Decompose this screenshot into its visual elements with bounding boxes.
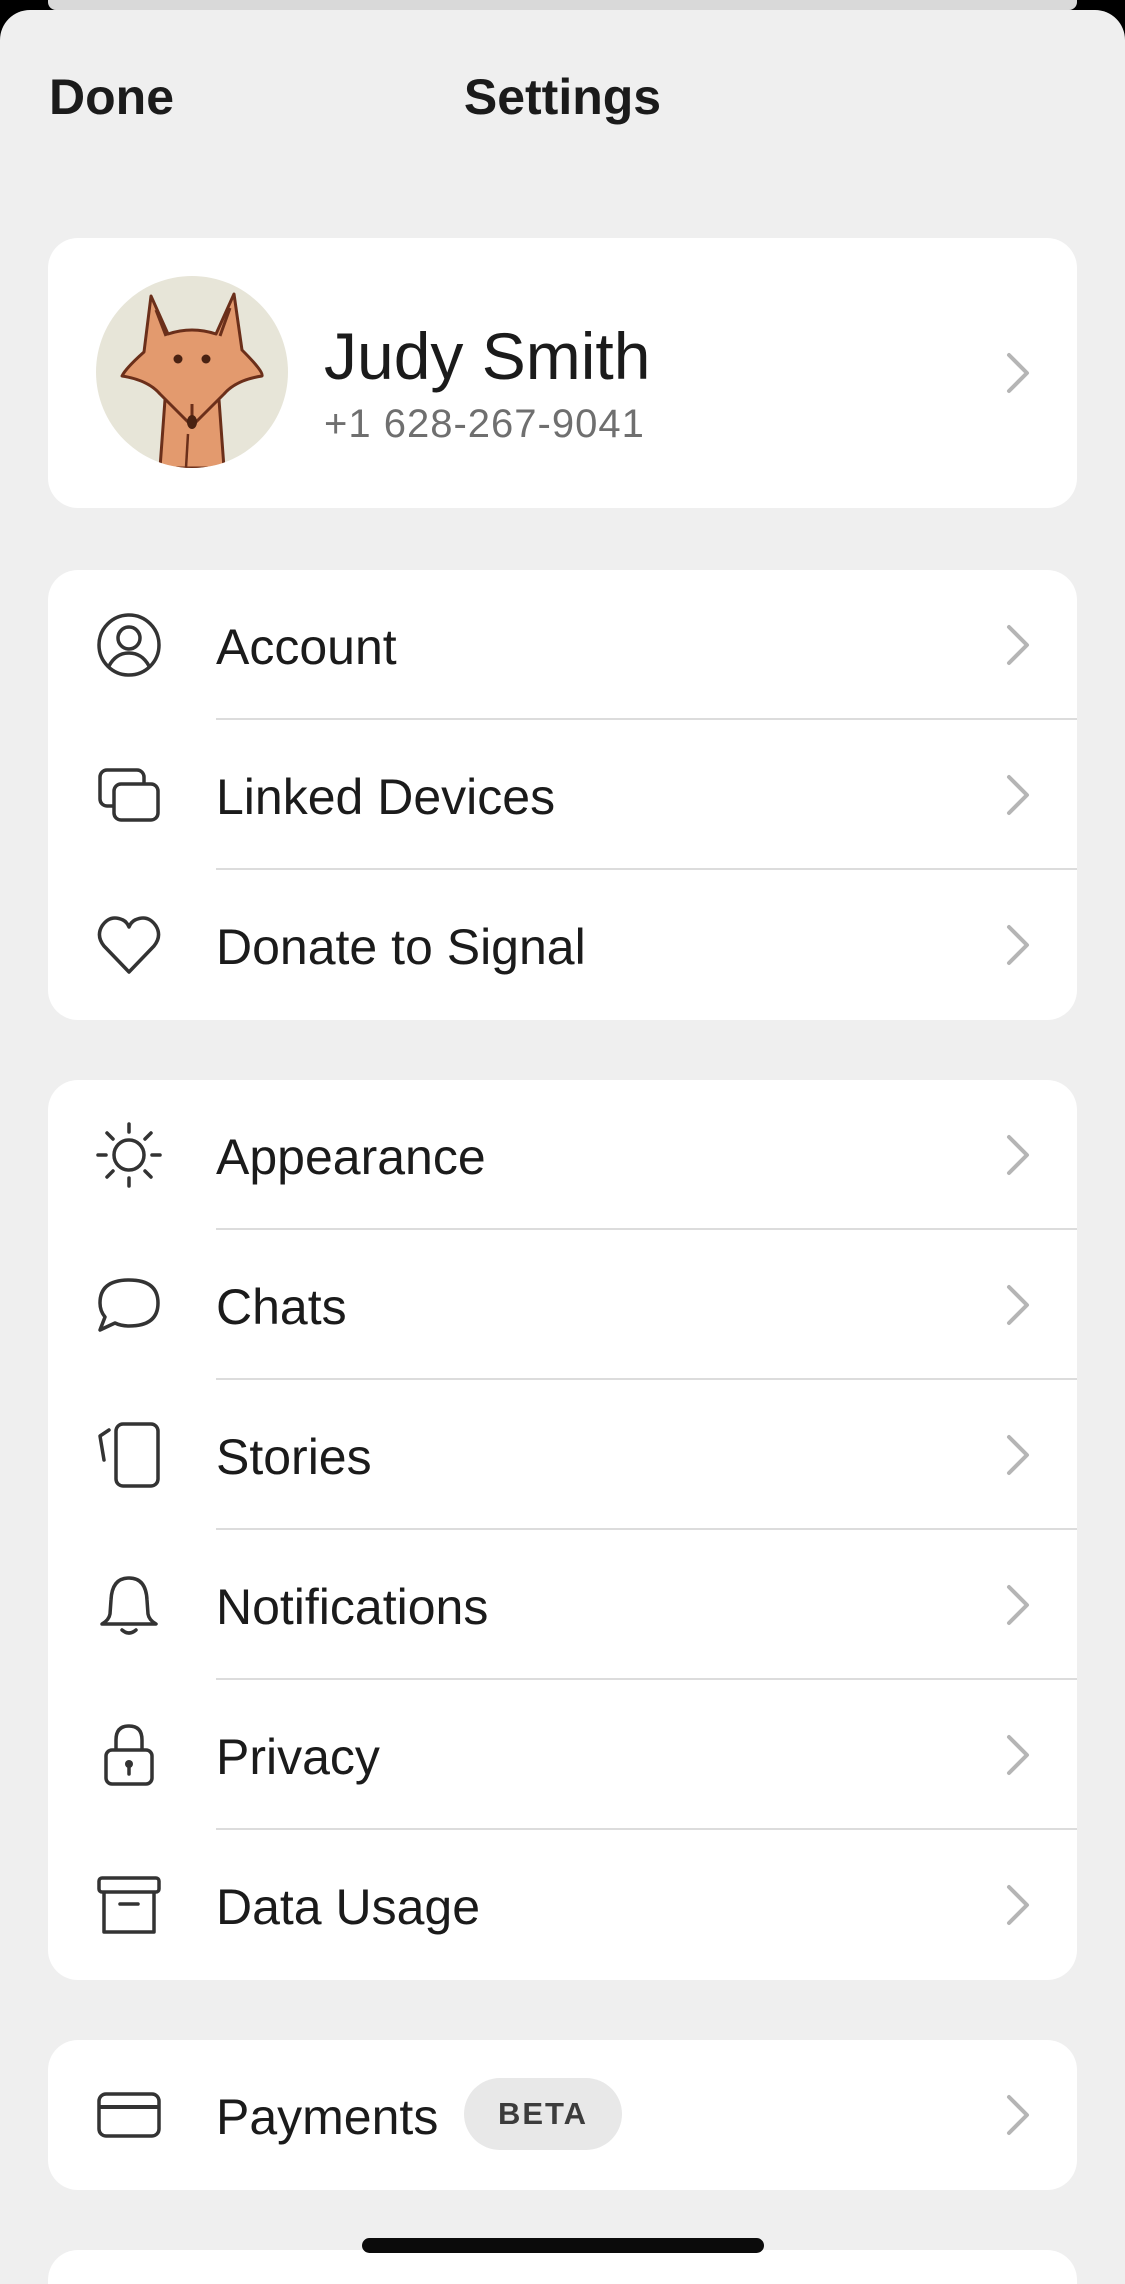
settings-sheet: Done Settings Judy Smith +1 628-267-9041… xyxy=(0,10,1125,2284)
chevron-right-icon xyxy=(1007,1585,1029,1625)
settings-item-data-usage[interactable]: Data Usage xyxy=(48,1830,1077,1980)
profile-card[interactable]: Judy Smith +1 628-267-9041 xyxy=(48,238,1077,508)
settings-item-donate[interactable]: Donate to Signal xyxy=(48,870,1077,1020)
settings-group-account: Account Linked Devices Donate to Signal xyxy=(48,570,1077,1020)
navigation-bar: Done Settings xyxy=(0,10,1125,180)
profile-name: Judy Smith xyxy=(324,319,651,393)
chevron-right-icon xyxy=(1007,625,1029,665)
chevron-right-icon xyxy=(1007,1285,1029,1325)
chevron-right-icon xyxy=(1007,353,1029,393)
settings-item-label: Account xyxy=(216,619,397,675)
settings-item-label: Linked Devices xyxy=(216,769,556,825)
home-indicator[interactable] xyxy=(362,2238,764,2253)
settings-group-app: Appearance Chats Stories Notifications P… xyxy=(48,1080,1077,1980)
settings-item-notifications[interactable]: Notifications xyxy=(48,1530,1077,1680)
settings-item-chats[interactable]: Chats xyxy=(48,1230,1077,1380)
person-circle-icon xyxy=(97,613,161,677)
settings-group-payments: Payments BETA xyxy=(48,2040,1077,2190)
linked-devices-icon xyxy=(98,768,160,822)
settings-item-payments[interactable]: Payments BETA xyxy=(48,2040,1077,2190)
chevron-right-icon xyxy=(1007,1735,1029,1775)
profile-phone: +1 628-267-9041 xyxy=(324,402,645,446)
background-sheet-edge xyxy=(48,0,1077,10)
chevron-right-icon xyxy=(1007,1435,1029,1475)
settings-item-account[interactable]: Account xyxy=(48,570,1077,720)
heart-icon xyxy=(97,916,161,974)
settings-item-label: Donate to Signal xyxy=(216,919,586,975)
chevron-right-icon xyxy=(1007,775,1029,815)
settings-item-label: Data Usage xyxy=(216,1879,481,1935)
settings-item-linked-devices[interactable]: Linked Devices xyxy=(48,720,1077,870)
chevron-right-icon xyxy=(1007,1135,1029,1175)
stories-icon xyxy=(98,1422,160,1488)
chevron-right-icon xyxy=(1007,1885,1029,1925)
credit-card-icon xyxy=(97,2092,161,2138)
settings-item-label: Notifications xyxy=(216,1579,489,1635)
settings-item-appearance[interactable]: Appearance xyxy=(48,1080,1077,1230)
avatar xyxy=(96,276,288,468)
beta-badge: BETA xyxy=(464,2078,622,2150)
settings-item-label: Chats xyxy=(216,1279,347,1335)
settings-group-next xyxy=(48,2250,1077,2284)
sun-icon xyxy=(96,1122,162,1188)
settings-item-label: Appearance xyxy=(216,1129,486,1185)
chat-bubble-icon xyxy=(98,1278,160,1332)
fox-avatar-icon xyxy=(120,292,264,468)
page-title: Settings xyxy=(463,69,662,125)
lock-icon xyxy=(104,1724,154,1786)
settings-item-label: Payments xyxy=(216,2089,439,2145)
settings-item-stories[interactable]: Stories xyxy=(48,1380,1077,1530)
chevron-right-icon xyxy=(1007,925,1029,965)
settings-item-label: Stories xyxy=(216,1429,372,1485)
bell-icon xyxy=(100,1576,158,1635)
settings-item-privacy[interactable]: Privacy xyxy=(48,1680,1077,1830)
settings-item-label: Privacy xyxy=(216,1729,380,1785)
archive-box-icon xyxy=(97,1876,161,1934)
chevron-right-icon xyxy=(1007,2095,1029,2135)
